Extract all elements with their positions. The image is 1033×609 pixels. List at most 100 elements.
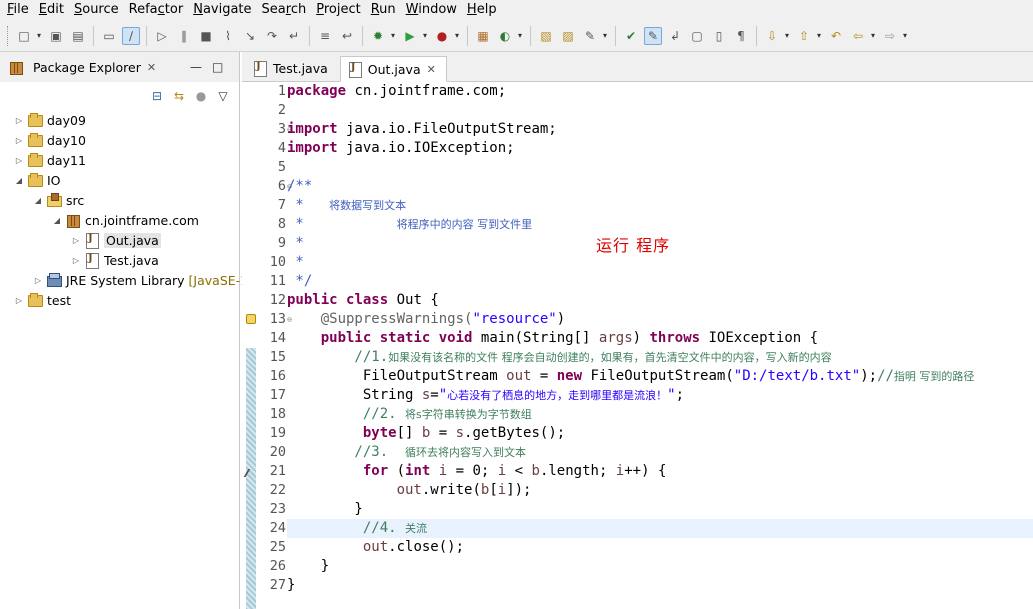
back-icon[interactable]: ⇦ [849, 27, 867, 45]
previous-annotation-dropdown-icon[interactable]: ▾ [815, 31, 823, 40]
external-tools-dropdown-icon[interactable]: ▾ [453, 31, 461, 40]
tree-item[interactable]: ◢ IO [14, 170, 61, 190]
resume-icon[interactable]: ▷ [153, 27, 171, 45]
tree-item[interactable]: ▷ JRE System Library [JavaSE-1 [33, 270, 248, 290]
drop-to-frame-icon[interactable]: ↩ [338, 27, 356, 45]
collapse-arrow-icon[interactable]: ◢ [33, 196, 43, 205]
expand-arrow-icon[interactable]: ▷ [14, 156, 24, 165]
suspend-icon[interactable]: ∥ [175, 27, 193, 45]
expand-arrow-icon[interactable]: ▷ [14, 136, 24, 145]
previous-annotation-icon[interactable]: ⇧ [795, 27, 813, 45]
forward-icon[interactable]: ⇨ [881, 27, 899, 45]
tree-item[interactable]: ▷ day11 [14, 150, 86, 170]
toggle-block-selection-icon[interactable]: ▢ [688, 27, 706, 45]
run-icon[interactable]: ▶ [401, 27, 419, 45]
close-icon[interactable]: ✕ [147, 61, 156, 74]
last-edit-location-icon[interactable]: ↶ [827, 27, 845, 45]
close-icon[interactable]: ✕ [427, 63, 436, 76]
collapse-arrow-icon[interactable]: ◢ [52, 216, 62, 225]
collapse-all-icon[interactable]: ⊟ [149, 88, 165, 104]
menu-file[interactable]: File [2, 0, 34, 20]
debug-icon[interactable]: ✹ [369, 27, 387, 45]
maximize-icon[interactable]: □ [212, 60, 223, 74]
open-task-icon[interactable]: ▨ [559, 27, 577, 45]
collapse-arrow-icon[interactable]: ◢ [14, 176, 24, 185]
menu-project[interactable]: Project [311, 0, 366, 20]
save-all-icon[interactable]: ▤ [69, 27, 87, 45]
tree-item-label: Out.java [104, 232, 161, 248]
tree-item[interactable]: ◢ cn.jointframe.com [52, 210, 199, 230]
search-icon[interactable]: ✎ [581, 27, 599, 45]
step-return-icon[interactable]: ↵ [285, 27, 303, 45]
menu-help[interactable]: Help [462, 0, 502, 20]
expand-arrow-icon[interactable]: ▷ [14, 116, 24, 125]
next-annotation-icon[interactable]: ⇩ [763, 27, 781, 45]
line-number-text: 22 [269, 482, 286, 498]
skip-breakpoints-icon[interactable]: ∕ [122, 26, 140, 45]
tree-item[interactable]: ▷ day09 [14, 110, 86, 130]
use-step-filters-icon[interactable]: ≡ [316, 27, 334, 45]
menu-window[interactable]: Window [401, 0, 462, 20]
link-with-editor-icon[interactable]: ⇆ [171, 88, 187, 104]
tree-item[interactable]: ▷ Test.java [71, 250, 159, 270]
tree-item[interactable]: ◢ src [33, 190, 84, 210]
menu-edit[interactable]: Edit [34, 0, 69, 20]
focus-on-working-set-icon[interactable]: ● [193, 88, 209, 104]
toolbar-grip[interactable] [7, 25, 10, 46]
menu-navigate[interactable]: Navigate [188, 0, 256, 20]
warning-icon[interactable] [246, 314, 256, 324]
toolbar-separator [93, 25, 94, 46]
editor-tab[interactable]: Out.java ✕ [339, 56, 447, 82]
line-number-text: 12 [269, 292, 286, 308]
quick-diff-ruler [242, 82, 258, 609]
package-explorer-tab[interactable]: Package Explorer ✕ [0, 52, 164, 82]
forward-dropdown-icon[interactable]: ▾ [901, 31, 909, 40]
step-over-icon[interactable]: ↷ [263, 27, 281, 45]
new-wizard-icon[interactable]: □ [15, 27, 33, 45]
new-java-package-icon[interactable]: ▦ [474, 27, 492, 45]
minimize-icon[interactable]: — [190, 60, 202, 74]
toolbar-separator [146, 25, 147, 46]
editor-tab[interactable]: Test.java [246, 55, 338, 81]
new-class-dropdown-icon[interactable]: ▾ [516, 31, 524, 40]
new-dropdown-icon[interactable]: ▾ [35, 31, 43, 40]
java-file-icon [84, 232, 101, 249]
expand-arrow-icon[interactable]: ▷ [33, 276, 43, 285]
toggle-mark-occurrences-icon[interactable]: ✎ [644, 26, 662, 45]
search-dropdown-icon[interactable]: ▾ [601, 31, 609, 40]
next-annotation-dropdown-icon[interactable]: ▾ [783, 31, 791, 40]
external-tools-icon[interactable]: ● [433, 27, 451, 45]
java-file-icon [84, 252, 101, 269]
tree-item[interactable]: ▷ day10 [14, 130, 86, 150]
view-menu-icon[interactable]: ▽ [215, 88, 231, 104]
source-text[interactable]: package cn.jointframe.com; import java.i… [287, 82, 1033, 595]
run-dropdown-icon[interactable]: ▾ [421, 31, 429, 40]
disconnect-icon[interactable]: ⌇ [219, 27, 237, 45]
code-editor[interactable]: 1 2 3 ⊖ 4 5 6 ⊖ 7 8 9 10 11 12 13 ⊖ 14 15 16 17 18 19 20 21 22 23… [242, 82, 1033, 609]
new-java-class-icon[interactable]: ◐ [496, 27, 514, 45]
line-number-text: 23 [269, 501, 286, 517]
menu-search[interactable]: Search [257, 0, 312, 20]
tree-item[interactable]: ▷ Out.java [71, 230, 161, 250]
open-type-icon[interactable]: ▧ [537, 27, 555, 45]
menu-refactor[interactable]: Refactor [124, 0, 189, 20]
terminate-icon[interactable]: ■ [197, 27, 215, 45]
show-paragraph-icon[interactable]: ¶ [732, 27, 750, 45]
package-explorer-panel: Package Explorer ✕ — □ ⊟ ⇆ ● ▽ ▷ day09 ▷ da… [0, 52, 248, 609]
expand-arrow-icon[interactable]: ▷ [71, 256, 81, 265]
expand-arrow-icon[interactable]: ▷ [14, 296, 24, 305]
back-dropdown-icon[interactable]: ▾ [869, 31, 877, 40]
console-icon[interactable]: ▭ [100, 27, 118, 45]
tree-item[interactable]: ▷ test [14, 290, 71, 310]
save-icon[interactable]: ▣ [47, 27, 65, 45]
menu-source[interactable]: Source [69, 0, 124, 20]
toggle-ant-editor-icon[interactable]: ✔ [622, 27, 640, 45]
package-explorer-toolbar: ⊟ ⇆ ● ▽ [0, 82, 239, 110]
debug-dropdown-icon[interactable]: ▾ [389, 31, 397, 40]
show-whitespace-icon[interactable]: ▯ [710, 27, 728, 45]
menu-run[interactable]: Run [366, 0, 401, 20]
toggle-word-wrap-icon[interactable]: ↲ [666, 27, 684, 45]
step-into-icon[interactable]: ↘ [241, 27, 259, 45]
tree-item-label: Test.java [104, 252, 159, 268]
expand-arrow-icon[interactable]: ▷ [71, 236, 81, 245]
